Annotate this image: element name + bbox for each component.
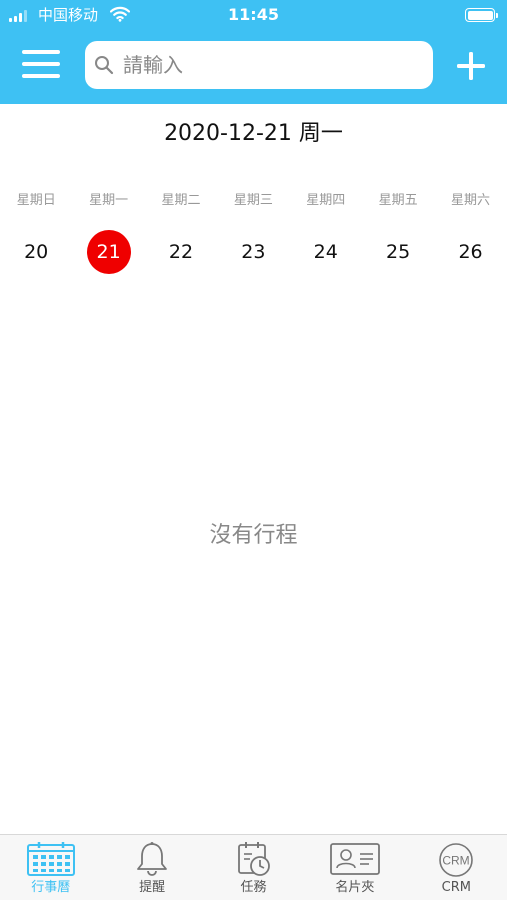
search-icon — [95, 56, 114, 75]
svg-text:CRM: CRM — [443, 854, 470, 868]
current-date-title: 2020-12-21 周一 — [164, 121, 343, 146]
weekday-label: 星期一 — [89, 193, 129, 208]
tab-label: 行事曆 — [31, 880, 71, 895]
search-input[interactable] — [123, 49, 423, 81]
weekday-label: 星期四 — [306, 193, 346, 208]
day-number: 21 — [86, 230, 131, 274]
day-cell[interactable]: 25 — [362, 228, 434, 276]
weekday-label: 星期五 — [378, 193, 418, 208]
tab-reminders[interactable]: 提醒 — [101, 835, 202, 900]
day-number: 26 — [458, 241, 483, 263]
tab-tasks[interactable]: 任務 — [203, 835, 304, 900]
app-header: 中国移动 11:45 — [0, 0, 507, 104]
empty-schedule-message: 沒有行程 — [209, 523, 298, 548]
day-number: 22 — [168, 241, 194, 263]
tab-label: 名片夾 — [335, 880, 375, 895]
day-cell[interactable]: 24 — [290, 228, 362, 276]
day-cell[interactable]: 22 — [145, 228, 217, 276]
tab-label: CRM — [441, 880, 471, 895]
weekday-header: 星期日 星期一 星期二 星期三 星期四 星期五 星期六 — [0, 190, 507, 212]
tab-label: 提醒 — [139, 880, 166, 895]
day-cell[interactable]: 23 — [217, 228, 289, 276]
day-number: 25 — [386, 241, 411, 263]
search-bar[interactable] — [85, 41, 433, 89]
business-card-icon — [330, 843, 380, 875]
week-days-row: 20 21 22 23 24 25 26 — [0, 228, 507, 276]
weekday-label: 星期三 — [233, 193, 273, 208]
tab-label: 任務 — [240, 880, 267, 895]
battery-icon — [465, 8, 498, 22]
weekday-label: 星期六 — [451, 193, 491, 208]
bell-icon — [137, 842, 168, 876]
day-number: 20 — [24, 241, 49, 263]
status-time: 11:45 — [228, 5, 279, 24]
day-cell-selected[interactable]: 21 — [72, 228, 144, 276]
tab-calendar[interactable]: 行事曆 — [0, 835, 101, 900]
tab-bar: 行事曆 提醒 任務 名片夾 CRM CRM — [0, 834, 507, 900]
weekday-label: 星期日 — [16, 193, 56, 208]
weekday-label: 星期二 — [161, 193, 201, 208]
crm-icon: CRM — [439, 843, 474, 877]
day-cell[interactable]: 26 — [434, 228, 506, 276]
day-number: 24 — [313, 241, 338, 263]
add-button[interactable] — [457, 52, 485, 80]
status-bar: 中国移动 11:45 — [0, 0, 507, 30]
task-clock-icon — [237, 842, 270, 876]
day-number: 23 — [241, 241, 266, 263]
tab-crm[interactable]: CRM CRM — [406, 835, 507, 900]
day-cell[interactable]: 20 — [0, 228, 72, 276]
menu-button[interactable] — [22, 47, 60, 81]
tab-business-cards[interactable]: 名片夾 — [304, 835, 405, 900]
calendar-icon — [26, 842, 75, 876]
